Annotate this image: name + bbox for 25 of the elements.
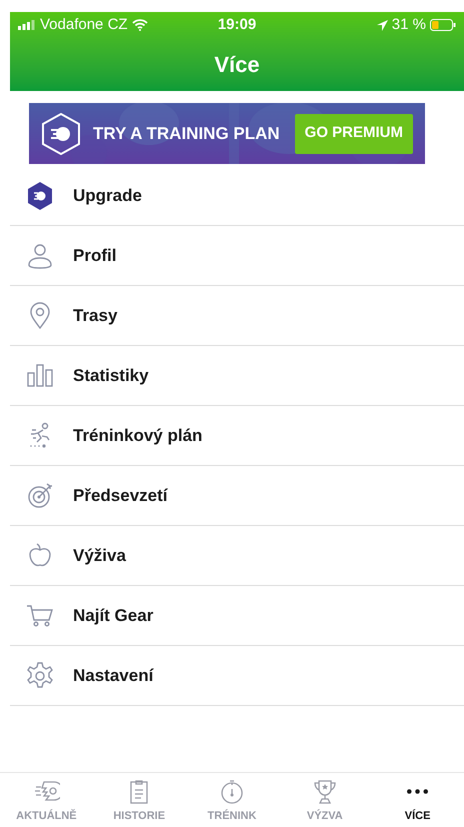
settings-icon <box>26 660 54 690</box>
page-title: Více <box>214 51 260 79</box>
menu-item[interactable]: Upgrade <box>10 166 464 226</box>
more-dots-icon <box>407 788 428 794</box>
signal-icon <box>18 20 36 30</box>
hexagon-logo-icon <box>42 112 80 154</box>
menu-item[interactable]: Najít Gear <box>10 586 464 646</box>
battery-percent: 31 % <box>392 14 426 35</box>
menu-item[interactable]: Výživa <box>10 526 464 586</box>
tab-bar-item[interactable]: VÍCE <box>371 773 464 827</box>
hexagon-logo-icon <box>26 180 54 210</box>
menu-item[interactable]: Tréninkový plán <box>10 406 464 466</box>
battery-icon <box>430 19 456 31</box>
menu-item[interactable]: Předsevzetí <box>10 466 464 526</box>
location-arrow-icon <box>376 20 388 30</box>
wifi-icon <box>132 19 148 31</box>
menu-item[interactable]: Statistiky <box>10 346 464 406</box>
carrier-name: Vodafone CZ <box>40 14 128 35</box>
menu-item[interactable]: Nastavení <box>10 646 464 706</box>
banner-text: TRY A TRAINING PLAN <box>93 122 281 145</box>
target-arrow-icon <box>26 480 54 510</box>
promo-banner[interactable]: TRY A TRAINING PLAN GO PREMIUM <box>29 103 425 164</box>
clock-time: 19:09 <box>216 14 258 35</box>
menu-item[interactable]: Trasy <box>10 286 464 346</box>
menu-item[interactable]: Profil <box>10 226 464 286</box>
